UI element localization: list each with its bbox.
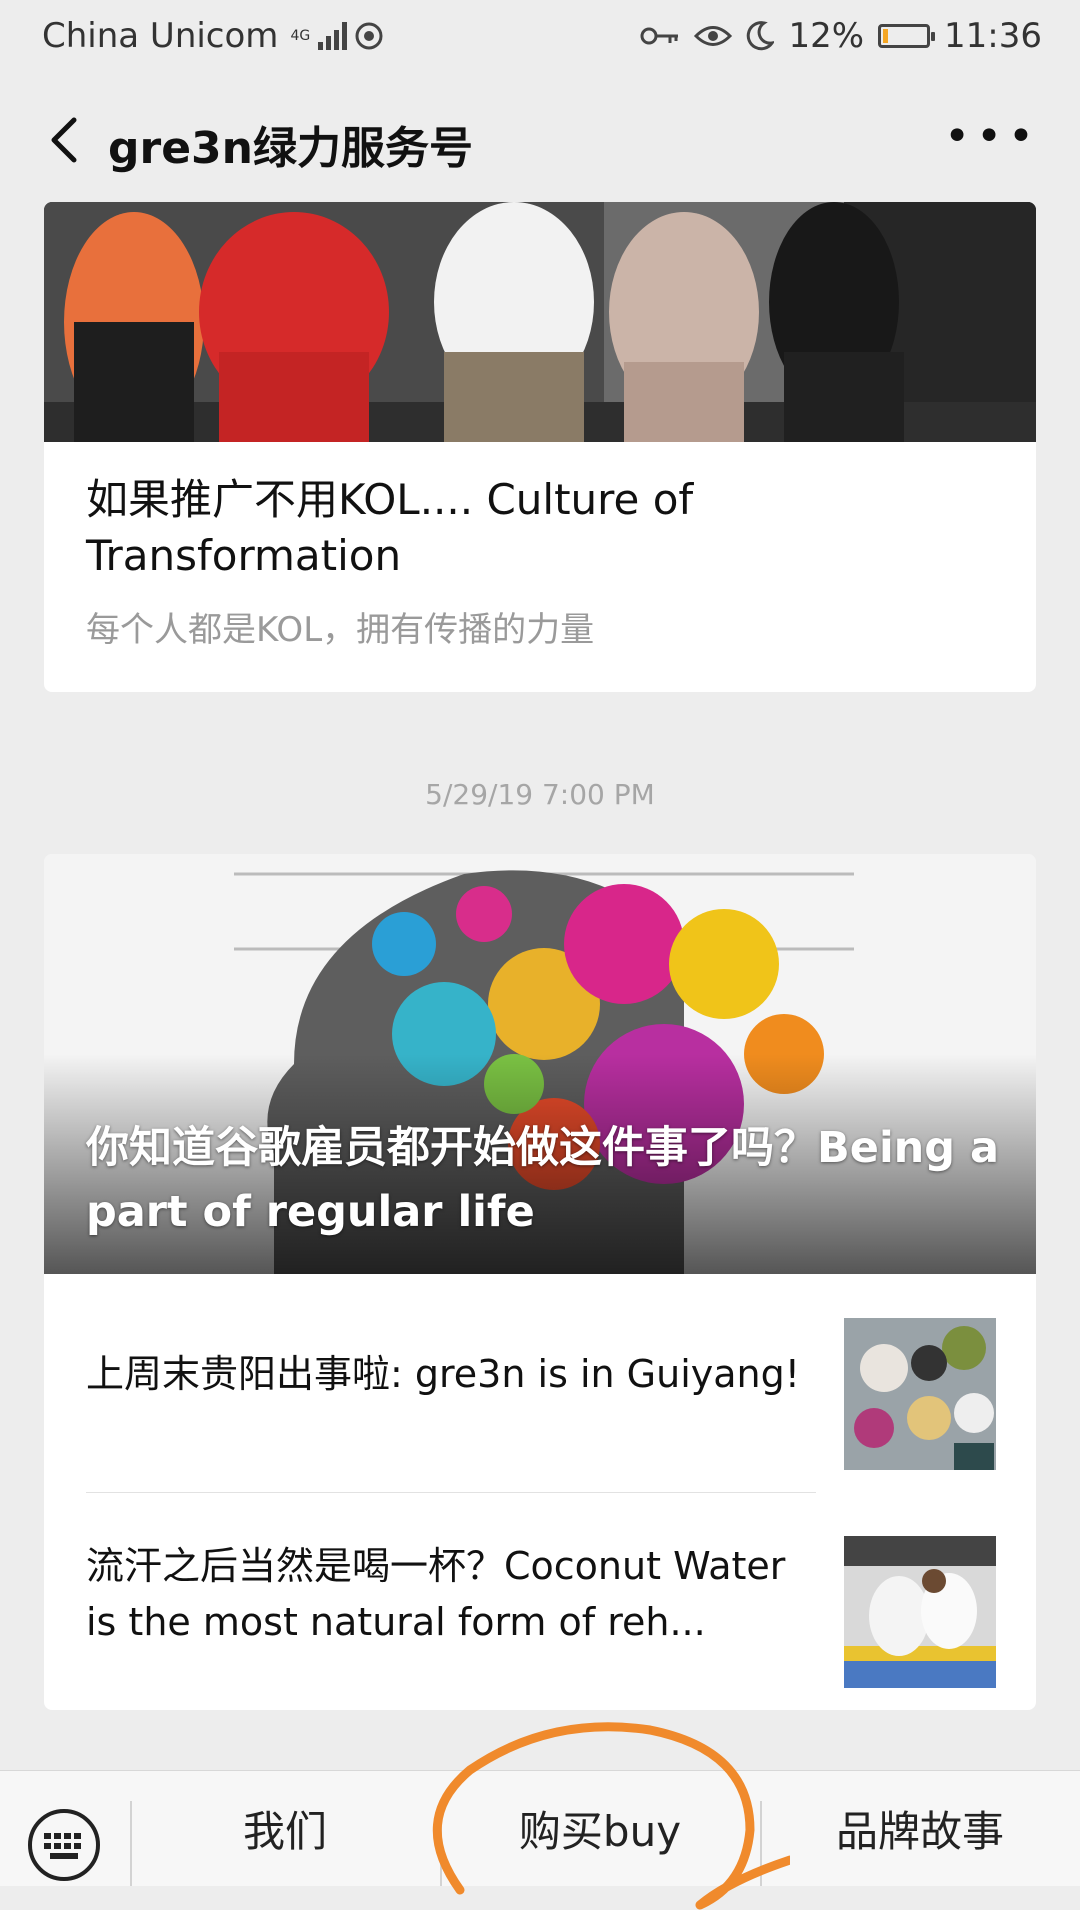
carrier-label: China Unicom: [42, 16, 279, 56]
chevron-left-icon[interactable]: [36, 110, 96, 170]
menu-item-buy[interactable]: 购买buy: [440, 1771, 760, 1886]
article-subtitle: 每个人都是KOL，拥有传播的力量: [86, 610, 595, 650]
food-thumbnail: [844, 1318, 996, 1470]
moon-icon: [747, 21, 775, 51]
key-icon: [640, 27, 679, 45]
divider: [86, 1492, 816, 1493]
list-item[interactable]: 上周末贵阳出事啦: gre3n is in Guiyang!: [86, 1276, 996, 1474]
page-title: gre3n绿力服务号: [108, 123, 473, 174]
menu-item-brand-story[interactable]: 品牌故事: [760, 1771, 1080, 1886]
keyboard-icon[interactable]: [26, 1807, 102, 1883]
list-item-title: 流汗之后当然是喝一杯？Coconut Water is the most nat…: [86, 1544, 786, 1644]
group-photo: [44, 202, 1036, 442]
menu-item-about[interactable]: 我们: [130, 1771, 440, 1886]
status-left: China Unicom 4G: [42, 16, 383, 56]
nav-bar: gre3n绿力服务号 •••: [0, 76, 1080, 200]
eye-icon: [694, 26, 733, 46]
status-bar: China Unicom 4G 12% 11:36: [0, 0, 1080, 76]
list-item-title: 上周末贵阳出事啦: gre3n is in Guiyang!: [86, 1352, 800, 1396]
article-card-1[interactable]: 如果推广不用KOL.... Culture of Transformation …: [44, 202, 1036, 692]
message-timestamp: 5/29/19 7:00 PM: [425, 778, 655, 811]
hero-article[interactable]: 你知道谷歌雇员都开始做这件事了吗？Being a part of regular…: [44, 854, 1036, 1274]
list-item[interactable]: 流汗之后当然是喝一杯？Coconut Water is the most nat…: [86, 1494, 996, 1692]
clock: 11:36: [944, 16, 1042, 56]
battery-icon: [878, 24, 936, 48]
martial-arts-thumbnail: [844, 1536, 996, 1688]
article-title: 如果推广不用KOL.... Culture of Transformation: [86, 475, 694, 580]
signal-icon: [318, 22, 348, 50]
status-right: 12% 11:36: [640, 16, 1042, 56]
bottom-menu-bar: 我们 购买buy 品牌故事: [0, 1770, 1080, 1886]
network-type: 4G: [290, 28, 311, 44]
hero-title: 你知道谷歌雇员都开始做这件事了吗？Being a part of regular…: [86, 1123, 1000, 1237]
battery-percent: 12%: [788, 16, 865, 56]
more-dots-icon[interactable]: •••: [944, 115, 1040, 159]
article-card-2: 你知道谷歌雇员都开始做这件事了吗？Being a part of regular…: [44, 854, 1036, 1710]
nfc-icon: [355, 22, 383, 50]
